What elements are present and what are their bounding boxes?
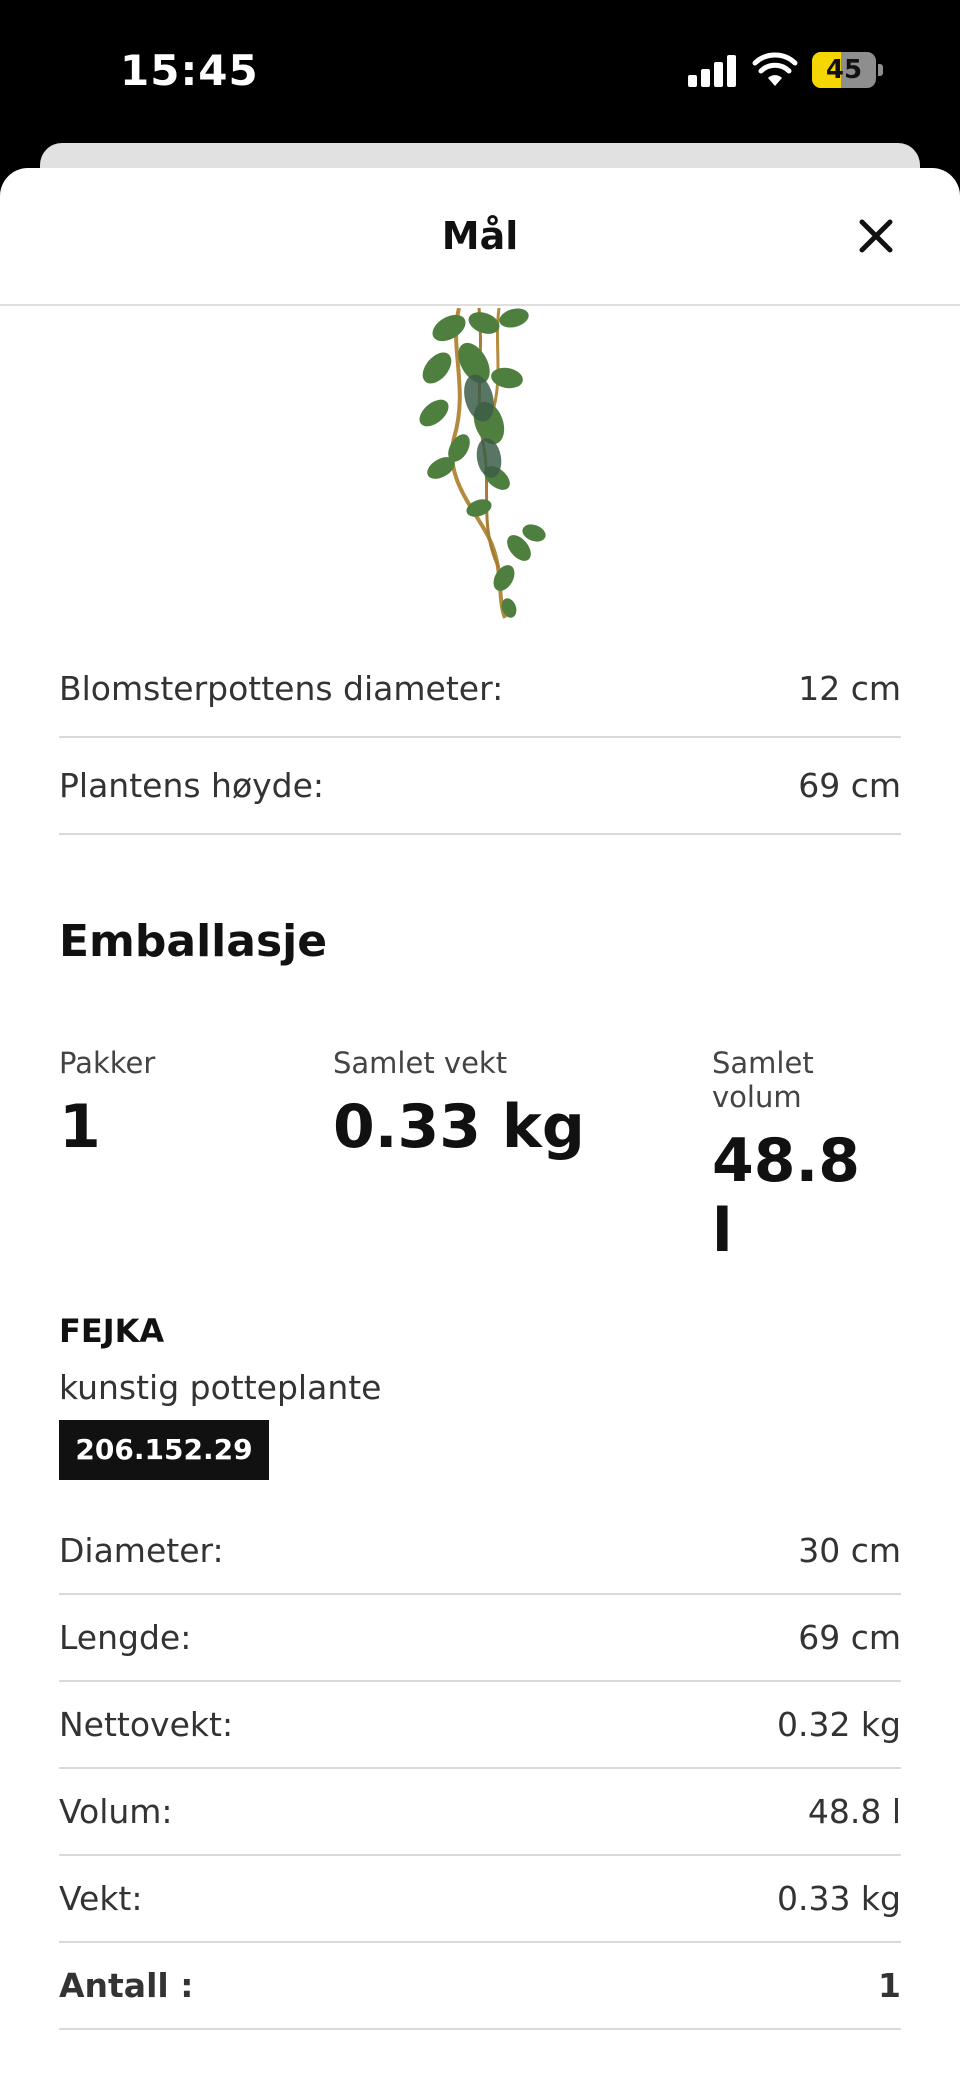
stat-caption: Pakker [59, 1046, 156, 1080]
battery-level: 45 [825, 55, 863, 85]
spec-row-weight: Vekt: 0.33 kg [59, 1856, 901, 1943]
package-specs-list: Diameter: 30 cm Lengde: 69 cm Nettovekt:… [59, 1508, 901, 2030]
stat-value: 0.33 kg [333, 1092, 585, 1162]
spec-row-volume: Volum: 48.8 l [59, 1769, 901, 1856]
spec-row-quantity: Antall : 1 [59, 1943, 901, 2030]
product-description: kunstig potteplante [59, 1368, 382, 1407]
sheet-title: Mål [441, 214, 519, 258]
spec-label: Lengde: [59, 1618, 192, 1657]
stat-caption: Samlet vekt [333, 1046, 508, 1080]
plant-dimensions-list: Blomsterpottens diameter: 12 cm Plantens… [59, 641, 901, 835]
spec-label: Vekt: [59, 1879, 143, 1918]
stat-total-volume: Samlet volum 48.8 l [712, 1046, 901, 1266]
close-icon[interactable] [852, 212, 900, 260]
cellular-signal-icon [688, 55, 738, 87]
spec-value: 30 cm [798, 1531, 901, 1570]
spec-label: Diameter: [59, 1531, 224, 1570]
spec-value: 0.32 kg [776, 1705, 901, 1744]
dimension-row-plant-height: Plantens høyde: 69 cm [59, 738, 901, 835]
spec-label: Nettovekt: [59, 1705, 234, 1744]
spec-value: 0.33 kg [776, 1879, 901, 1918]
stat-value: 1 [59, 1092, 101, 1162]
wifi-icon [752, 52, 798, 86]
sheet-header: Mål [0, 168, 960, 306]
product-name: FEJKA [59, 1312, 165, 1350]
status-time: 15:45 [120, 46, 259, 95]
article-number-badge: 206.152.29 [59, 1420, 269, 1480]
spec-label: Volum: [59, 1792, 173, 1831]
packaging-heading: Emballasje [59, 916, 328, 967]
stat-total-weight: Samlet vekt 0.33 kg [333, 1046, 585, 1162]
status-bar: 15:45 45 [0, 0, 960, 140]
stat-value: 48.8 l [712, 1126, 861, 1266]
spec-label: Antall : [59, 1966, 194, 2005]
dimension-label: Blomsterpottens diameter: [59, 669, 504, 708]
stat-caption: Samlet volum [712, 1046, 814, 1114]
battery-icon: 45 [812, 52, 883, 88]
spec-row-net-weight: Nettovekt: 0.32 kg [59, 1682, 901, 1769]
dimensions-sheet: Mål Blomsterpottens diameter: 12 cm Plan… [0, 168, 960, 2081]
dimension-row-pot-diameter: Blomsterpottens diameter: 12 cm [59, 641, 901, 738]
stat-packages: Pakker 1 [59, 1046, 155, 1162]
dimension-value: 69 cm [798, 766, 901, 805]
spec-value: 69 cm [798, 1618, 901, 1657]
dimension-label: Plantens høyde: [59, 766, 325, 805]
spec-row-diameter: Diameter: 30 cm [59, 1508, 901, 1595]
packaging-summary: Pakker 1 Samlet vekt 0.33 kg Samlet volu… [59, 1046, 901, 1266]
spec-value: 48.8 l [807, 1792, 901, 1831]
artificial-ivy-plant-image [419, 308, 546, 619]
spec-value: 1 [878, 1966, 901, 2005]
spec-row-length: Lengde: 69 cm [59, 1595, 901, 1682]
dimension-value: 12 cm [798, 669, 901, 708]
